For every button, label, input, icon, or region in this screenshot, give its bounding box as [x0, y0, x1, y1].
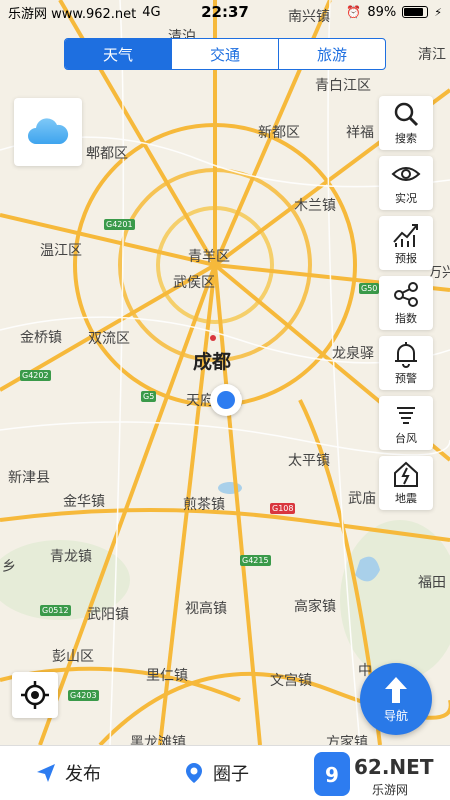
map-label: 温江区	[40, 243, 82, 259]
location-pin-icon	[186, 763, 202, 783]
tool-label: 预报	[395, 252, 417, 265]
map-label: 金华镇	[63, 494, 105, 510]
typhoon-button[interactable]: 台风	[379, 396, 433, 450]
navigation-arrow-icon	[385, 676, 407, 703]
map-label: 青羊区	[188, 249, 230, 265]
tool-label: 预警	[395, 372, 417, 385]
map-label: 乡	[2, 559, 16, 575]
road-badge: G4201	[104, 219, 135, 230]
map-label: 郫都区	[86, 146, 128, 162]
map-label: 太平镇	[288, 453, 330, 469]
map-label: 双流区	[88, 331, 130, 347]
search-icon	[394, 102, 419, 127]
publish-label: 发布	[65, 764, 101, 785]
search-button[interactable]: 搜索	[379, 96, 433, 150]
tab-weather[interactable]: 天气	[65, 39, 172, 69]
carrier-text: 乐游网 www.962.net	[8, 6, 137, 22]
publish-button[interactable]: 发布	[35, 760, 101, 786]
map-label: 文宫镇	[270, 673, 312, 689]
right-toolbar: 搜索 实况 预报 指数 预警 台风 地震	[379, 96, 433, 516]
battery-percent: 89%	[367, 4, 397, 20]
alarm-icon: ⏰	[346, 5, 362, 19]
tool-label: 台风	[395, 432, 417, 445]
map-label: 煎茶镇	[183, 497, 225, 513]
road-badge: G50	[359, 283, 380, 294]
eye-icon	[391, 167, 421, 181]
map-label: 视高镇	[185, 601, 227, 617]
map-label: 黑龙滩镇	[130, 735, 186, 745]
navigation-label: 导航	[383, 708, 408, 723]
map-label: 高家镇	[294, 599, 336, 615]
user-location-marker	[210, 384, 242, 416]
tool-label: 地震	[395, 492, 417, 505]
forecast-button[interactable]: 预报	[379, 216, 433, 270]
road-badge: G4215	[240, 555, 271, 566]
map-label: 福田	[418, 575, 446, 591]
tab-traffic[interactable]: 交通	[172, 39, 279, 69]
map-label: 祥福	[346, 125, 374, 141]
map-label: 新都区	[258, 125, 300, 141]
locate-me-button[interactable]	[12, 672, 58, 718]
map-label: 青龙镇	[50, 549, 92, 565]
map-label: 武侯区	[173, 275, 215, 291]
bell-icon	[395, 342, 417, 368]
weather-card[interactable]	[14, 98, 82, 166]
earthquake-button[interactable]: 地震	[379, 456, 433, 510]
live-button[interactable]: 实况	[379, 156, 433, 210]
network-type: 4G	[142, 4, 161, 20]
road-badge: G108	[270, 503, 296, 514]
map-label: 武庙	[348, 491, 376, 507]
map-label: 清江	[418, 47, 446, 63]
map-label: 彭山区	[52, 649, 94, 665]
map-label: 里仁镇	[146, 668, 188, 684]
tool-label: 搜索	[395, 132, 417, 145]
share-nodes-icon	[394, 282, 418, 307]
charging-icon: ⚡	[434, 5, 442, 19]
map-label: 青白江区	[315, 78, 371, 94]
map-label: 龙泉驿	[332, 346, 374, 362]
tab-travel[interactable]: 旅游	[279, 39, 385, 69]
svg-text:乐游网: 乐游网	[372, 783, 408, 797]
navigation-button[interactable]: 导航	[360, 663, 432, 735]
typhoon-icon	[397, 407, 415, 424]
road-badge: G0512	[40, 605, 71, 616]
svg-text:9: 9	[325, 763, 339, 787]
alert-button[interactable]: 预警	[379, 336, 433, 390]
status-bar: 乐游网 www.962.net 4G 22:37 ⏰ 89% ⚡	[0, 0, 450, 24]
road-badge: G4203	[68, 690, 99, 701]
map-label-city: 成都	[193, 351, 232, 373]
battery-icon	[402, 6, 429, 18]
watermark-logo: 9 62.NET 乐游网	[312, 748, 450, 800]
mode-tabs: 天气 交通 旅游	[64, 38, 386, 70]
index-button[interactable]: 指数	[379, 276, 433, 330]
earthquake-icon	[394, 461, 418, 487]
send-icon	[37, 764, 55, 782]
map-label: 金桥镇	[20, 330, 62, 346]
map-label: 木兰镇	[294, 198, 336, 214]
circle-button[interactable]: 圈子	[183, 760, 249, 786]
map-label: 方家镇	[326, 735, 368, 745]
svg-text:62.NET: 62.NET	[354, 755, 434, 779]
map-label: 武阳镇	[87, 607, 129, 623]
road-badge: G5	[141, 391, 157, 402]
map-label: 新津县	[8, 470, 50, 486]
circle-label: 圈子	[213, 764, 249, 785]
road-badge: G4202	[20, 370, 51, 381]
tool-label: 指数	[395, 312, 417, 325]
trend-chart-icon	[393, 224, 418, 247]
cloud-icon	[28, 118, 69, 144]
crosshair-icon	[21, 681, 49, 709]
tool-label: 实况	[395, 192, 417, 205]
